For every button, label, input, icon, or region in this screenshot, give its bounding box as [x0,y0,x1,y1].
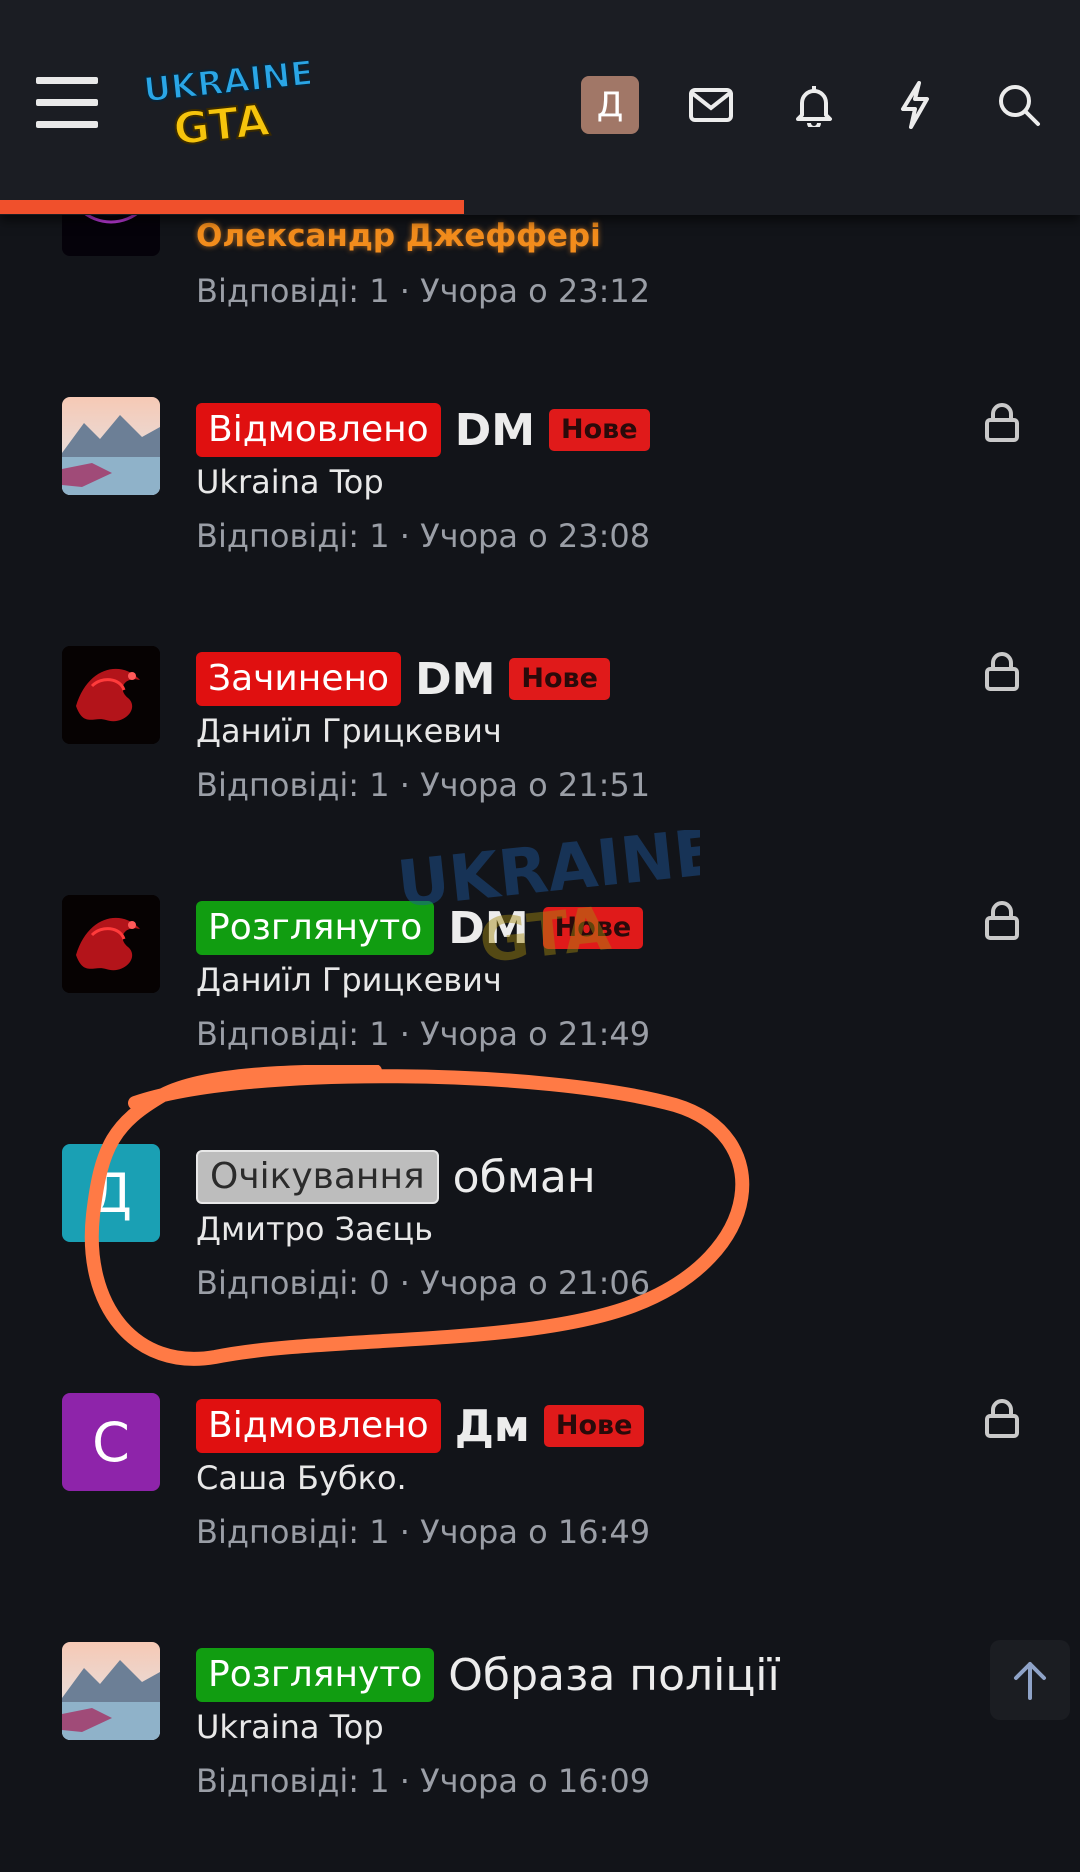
author-avatar[interactable]: Д [62,1144,160,1242]
svg-text:GTA: GTA [476,894,614,970]
arrow-up-icon [1014,1662,1046,1700]
bell-icon[interactable] [787,78,841,132]
new-badge: Нове [543,1405,645,1447]
lock-icon [985,652,1019,691]
thread-meta: Відповіді: 1 · Учора о 21:51 [196,766,651,804]
user-avatar-button[interactable]: Д [581,76,639,134]
thread-title[interactable]: DM [455,405,535,456]
thread-author[interactable]: Даниїл Грицкевич [196,712,502,750]
author-avatar[interactable] [62,895,160,993]
thread-row[interactable]: Д Очікування обман Дмитро Заєць Відповід… [0,1144,1080,1374]
thread-meta: Відповіді: 1 · Учора о 23:08 [196,517,651,555]
svg-text:GTA: GTA [171,95,272,152]
new-badge: Нове [509,658,610,700]
thread-title-line[interactable]: Розглянуто Образа поліції [196,1648,794,1702]
thread-meta: Відповіді: 1 · Учора о 21:49 [196,1015,651,1053]
site-logo[interactable]: UKRAINE GTA [140,60,310,152]
thread-author[interactable]: Саша Бубко. [196,1459,407,1497]
author-avatar[interactable] [62,1642,160,1740]
lightning-icon[interactable] [888,78,942,132]
menu-icon[interactable] [36,77,98,129]
thread-title-line[interactable]: Відмовлено DM Нове [196,403,650,457]
author-avatar[interactable] [62,646,160,744]
thread-author[interactable]: Олександр Джефферi [196,218,601,254]
status-badge: Відмовлено [196,1399,441,1453]
thread-meta: Відповіді: 0 · Учора о 21:06 [196,1264,651,1302]
thread-title-line[interactable]: Зачинено DM Нове [196,652,610,706]
watermark-logo: UKRAINE GTA [394,830,700,970]
status-badge: Очікування [196,1150,439,1204]
search-icon[interactable] [992,78,1046,132]
thread-row[interactable]: С Відмовлено Дм Нове Саша Бубко. Відпові… [0,1393,1080,1623]
thread-title[interactable]: DM [415,654,495,705]
envelope-icon[interactable] [684,78,738,132]
thread-author[interactable]: Ukraina Top [196,1708,384,1746]
thread-author[interactable]: Дмитро Заєць [196,1210,433,1248]
scroll-to-top-button[interactable] [990,1640,1070,1720]
thread-title[interactable]: обман [453,1152,596,1203]
author-avatar[interactable] [62,397,160,495]
new-badge: Нове [549,409,650,451]
top-bar: UKRAINE GTA Д [0,0,1080,215]
status-badge: Відмовлено [196,403,441,457]
thread-title-line[interactable]: Очікування обман [196,1150,610,1204]
thread-title[interactable]: Дм [455,1401,530,1452]
status-badge: Зачинено [196,652,402,706]
thread-meta: Відповіді: 1 · Учора о 23:12 [196,272,651,310]
lock-icon [985,403,1019,442]
thread-row[interactable]: Розглянуто Образа поліції Ukraina Top Ві… [0,1642,1080,1872]
thread-title-line[interactable]: Відмовлено Дм Нове [196,1399,645,1453]
lock-icon [985,901,1019,940]
lock-icon [985,1399,1019,1438]
thread-meta: Відповіді: 1 · Учора о 16:49 [196,1513,651,1551]
thread-author[interactable]: Ukraina Top [196,463,384,501]
author-avatar[interactable]: С [62,1393,160,1491]
thread-title[interactable]: Образа поліції [448,1650,779,1701]
page-load-progress [0,200,465,214]
thread-row[interactable]: Відмовлено DM Нове Ukraina Top Відповіді… [0,397,1080,627]
thread-meta: Відповіді: 1 · Учора о 16:09 [196,1762,651,1800]
status-badge: Розглянуто [196,1648,435,1702]
